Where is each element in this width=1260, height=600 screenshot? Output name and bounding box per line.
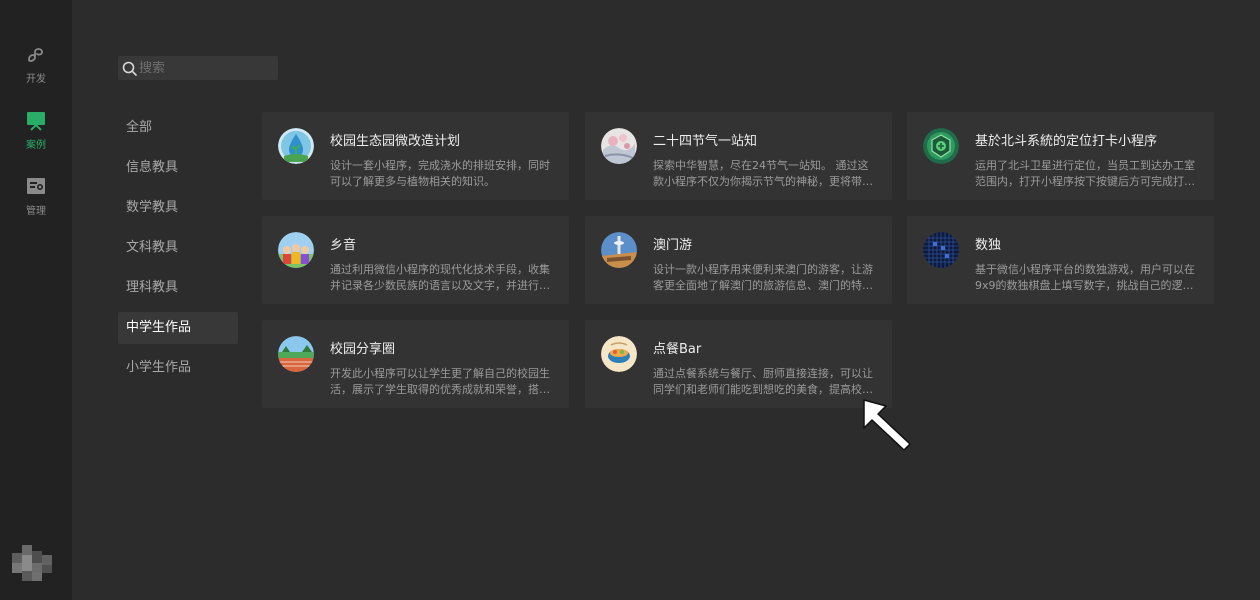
water-drop-plant-icon <box>278 128 314 164</box>
macau-tower-icon <box>601 232 637 268</box>
card-description: 通过利用微信小程序的现代化技术手段，收集并记录各少数民族的语言以及文字，并进行… <box>330 263 550 292</box>
manage-icon <box>27 178 45 194</box>
case-card[interactable]: 校园分享圈 开发此小程序可以让学生更了解自己的校园生活，展示了学生取得的优秀成就… <box>262 320 569 408</box>
category-all[interactable]: 全部 <box>118 112 238 144</box>
card-description: 运用了北斗卫星进行定位，当员工到达办工室范围内，打开小程序按下按键后方可完成打… <box>975 159 1195 188</box>
ethnic-people-icon <box>278 232 314 268</box>
card-title: 点餐Bar <box>653 342 702 357</box>
search-input[interactable] <box>139 60 269 76</box>
beidou-badge-icon <box>923 128 959 164</box>
campus-field-icon <box>278 336 314 372</box>
rail-item-manage[interactable]: 管理 <box>0 176 72 217</box>
category-science-tools[interactable]: 理科教具 <box>118 272 238 304</box>
card-title: 二十四节气一站知 <box>653 134 758 149</box>
card-title: 基於北斗系統的定位打卡小程序 <box>975 134 1158 149</box>
card-description: 设计一款小程序用来便利来澳门的游客，让游客更全面地了解澳门的旅游信息、澳门的特… <box>653 263 873 292</box>
sudoku-grid-icon <box>923 232 959 268</box>
category-math-tools[interactable]: 数学教具 <box>118 192 238 224</box>
category-primary-school-works[interactable]: 小学生作品 <box>118 352 238 384</box>
card-title: 校园生态园微改造计划 <box>330 134 461 149</box>
card-description: 探索中华智慧，尽在24节气一站知。 通过这款小程序不仅为你揭示节气的神秘，更将带… <box>653 159 873 188</box>
category-middle-school-works[interactable]: 中学生作品 <box>118 312 238 344</box>
category-info-tools[interactable]: 信息教具 <box>118 152 238 184</box>
case-card[interactable]: 点餐Bar 通过点餐系统与餐厅、厨师直接连接，可以让同学们和老师们能吃到想吃的美… <box>585 320 892 408</box>
search-icon <box>122 61 137 76</box>
card-title: 乡音 <box>330 238 357 253</box>
search-box[interactable] <box>118 56 278 80</box>
rail-item-develop[interactable]: 开发 <box>0 44 72 85</box>
solar-term-painting-icon <box>601 128 637 164</box>
mini-program-icon <box>28 48 43 62</box>
card-title: 澳门游 <box>653 238 693 253</box>
card-title: 校园分享圈 <box>330 342 396 357</box>
card-title: 数独 <box>975 238 1002 253</box>
rail-label-manage: 管理 <box>26 206 46 217</box>
category-liberal-arts-tools[interactable]: 文科教具 <box>118 232 238 264</box>
rail-label-develop: 开发 <box>26 74 46 85</box>
card-description: 设计一套小程序，完成浇水的排班安排，同时可以了解更多与植物相关的知识。 <box>330 159 550 188</box>
left-rail: 开发 案例 管理 <box>0 0 72 600</box>
food-bowl-icon <box>601 336 637 372</box>
case-card[interactable]: 二十四节气一站知 探索中华智慧，尽在24节气一站知。 通过这款小程序不仅为你揭示… <box>585 112 892 200</box>
card-description: 通过点餐系统与餐厅、厨师直接连接，可以让同学们和老师们能吃到想吃的美食，提高校… <box>653 367 873 396</box>
case-card[interactable]: 澳门游 设计一款小程序用来便利来澳门的游客，让游客更全面地了解澳门的旅游信息、澳… <box>585 216 892 304</box>
category-list: 全部 信息教具 数学教具 文科教具 理科教具 中学生作品 小学生作品 <box>118 112 238 392</box>
avatar[interactable] <box>12 545 52 581</box>
card-description: 开发此小程序可以让学生更了解自己的校园生活，展示了学生取得的优秀成就和荣誉，搭… <box>330 367 550 396</box>
rail-label-cases: 案例 <box>26 140 46 151</box>
case-card[interactable]: 基於北斗系統的定位打卡小程序 运用了北斗卫星进行定位，当员工到达办工室范围内，打… <box>907 112 1214 200</box>
rail-item-cases[interactable]: 案例 <box>0 110 72 151</box>
case-card[interactable]: 乡音 通过利用微信小程序的现代化技术手段，收集并记录各少数民族的语言以及文字，并… <box>262 216 569 304</box>
mouse-pointer-icon <box>863 399 911 451</box>
case-card[interactable]: 校园生态园微改造计划 设计一套小程序，完成浇水的排班安排，同时可以了解更多与植物… <box>262 112 569 200</box>
case-card[interactable]: 数独 基于微信小程序平台的数独游戏，用户可以在9x9的数独棋盘上填写数字，挑战自… <box>907 216 1214 304</box>
case-monitor-icon <box>27 112 45 131</box>
card-description: 基于微信小程序平台的数独游戏，用户可以在9x9的数独棋盘上填写数字，挑战自己的逻… <box>975 263 1195 292</box>
